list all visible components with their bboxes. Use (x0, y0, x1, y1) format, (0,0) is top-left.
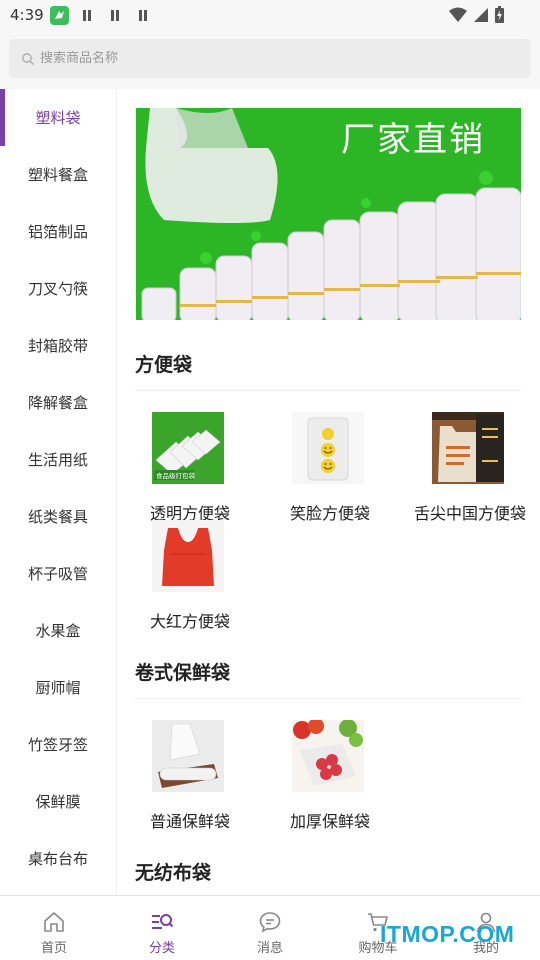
product-item[interactable]: 加厚保鲜袋 (260, 720, 400, 831)
signal-icon (474, 7, 488, 22)
section-title: 无纺布袋 (135, 862, 212, 884)
sidebar-item-cling-film[interactable]: 保鲜膜 (0, 773, 116, 830)
sidebar-item-cutlery[interactable]: 刀叉勺筷 (0, 260, 116, 317)
nav-label: 消息 (256, 941, 283, 956)
sidebar-item-label: 封箱胶带 (27, 337, 88, 355)
product-image: 食品级打包袋 (152, 412, 224, 484)
product-item[interactable]: 舌尖中国方便袋 (400, 412, 540, 523)
product-name: 加厚保鲜袋 (289, 812, 370, 831)
pause-icon (138, 10, 148, 21)
section-divider (135, 390, 521, 391)
product-image (432, 412, 504, 484)
category-icon (152, 914, 174, 929)
product-item[interactable]: 大红方便袋 (120, 520, 260, 631)
nav-category[interactable]: 分类 (108, 896, 216, 960)
app-notification-icon (50, 6, 69, 25)
section-divider (135, 698, 521, 699)
product-image (152, 720, 224, 792)
product-item[interactable]: 笑脸方便袋 (260, 412, 400, 523)
sidebar-item-fruit-boxes[interactable]: 水果盒 (0, 602, 116, 659)
message-icon (259, 912, 281, 933)
sidebar-item-chef-hats[interactable]: 厨师帽 (0, 659, 116, 716)
status-time: 4:39 (10, 6, 44, 24)
home-icon (44, 912, 64, 932)
product-name: 舌尖中国方便袋 (413, 504, 526, 523)
product-name: 普通保鲜袋 (149, 812, 230, 831)
sidebar-item-label: 竹签牙签 (27, 736, 88, 754)
search-input[interactable] (40, 51, 500, 66)
wifi-icon (449, 7, 467, 22)
sidebar-item-label: 杯子吸管 (27, 565, 88, 583)
sidebar-item-label: 塑料袋 (35, 109, 81, 127)
sidebar-item-label: 塑料餐盒 (27, 166, 88, 184)
sidebar-item-skewers[interactable]: 竹签牙签 (0, 716, 116, 773)
sidebar-item-tissue[interactable]: 生活用纸 (0, 431, 116, 488)
nav-label: 首页 (40, 941, 67, 956)
product-name: 大红方便袋 (149, 612, 230, 631)
promo-banner[interactable]: 厂家直销 (136, 108, 521, 320)
sidebar-item-tablecloth[interactable]: 桌布台布 (0, 830, 116, 887)
nav-message[interactable]: 消息 (216, 896, 324, 960)
category-content: 厂家直销 方便袋 食品级打包袋 透明方便袋 笑脸方便袋 舌尖中国方便袋 大红方便… (118, 89, 540, 895)
sidebar-item-label: 桌布台布 (27, 850, 88, 868)
section-title: 方便袋 (135, 354, 193, 376)
sidebar-item-label: 铝箔制品 (27, 223, 88, 241)
pause-icon (110, 10, 120, 21)
sidebar-item-label: 纸类餐具 (27, 508, 88, 526)
sidebar-item-tape[interactable]: 封箱胶带 (0, 317, 116, 374)
status-bar: 4:39 (0, 0, 540, 32)
pause-icon (82, 10, 92, 21)
sidebar-item-degradable-boxes[interactable]: 降解餐盒 (0, 374, 116, 431)
sidebar-item-plastic-bags[interactable]: 塑料袋 (0, 89, 116, 146)
sidebar-item-label: 降解餐盒 (27, 394, 88, 412)
banner-title: 厂家直销 (341, 120, 485, 160)
sidebar-item-label: 保鲜膜 (35, 793, 81, 811)
product-image (152, 520, 224, 592)
section-title: 卷式保鲜袋 (135, 662, 231, 684)
sidebar-item-foil[interactable]: 铝箔制品 (0, 203, 116, 260)
nav-home[interactable]: 首页 (0, 896, 108, 960)
product-image (292, 720, 364, 792)
sidebar-item-paper-tableware[interactable]: 纸类餐具 (0, 488, 116, 545)
search-bar (0, 32, 540, 89)
sidebar-item-plastic-boxes[interactable]: 塑料餐盒 (0, 146, 116, 203)
search-box[interactable] (9, 39, 531, 78)
nav-label: 分类 (148, 941, 175, 956)
category-sidebar: 塑料袋 塑料餐盒 铝箔制品 刀叉勺筷 封箱胶带 降解餐盒 生活用纸 纸类餐具 杯… (0, 89, 117, 895)
sidebar-item-cups-straws[interactable]: 杯子吸管 (0, 545, 116, 602)
battery-icon (495, 6, 504, 23)
product-item[interactable]: 食品级打包袋 透明方便袋 (120, 412, 260, 523)
watermark: ITMOP.COM (380, 921, 515, 947)
product-name: 笑脸方便袋 (289, 504, 370, 523)
sidebar-item-label: 厨师帽 (35, 679, 81, 697)
sidebar-item-label: 生活用纸 (27, 451, 88, 469)
product-image-label: 食品级打包袋 (156, 471, 196, 480)
sidebar-item-label: 水果盒 (35, 622, 81, 640)
product-item[interactable]: 普通保鲜袋 (120, 720, 260, 831)
product-image (292, 412, 364, 484)
search-icon (22, 52, 34, 65)
sidebar-item-label: 刀叉勺筷 (27, 280, 88, 298)
